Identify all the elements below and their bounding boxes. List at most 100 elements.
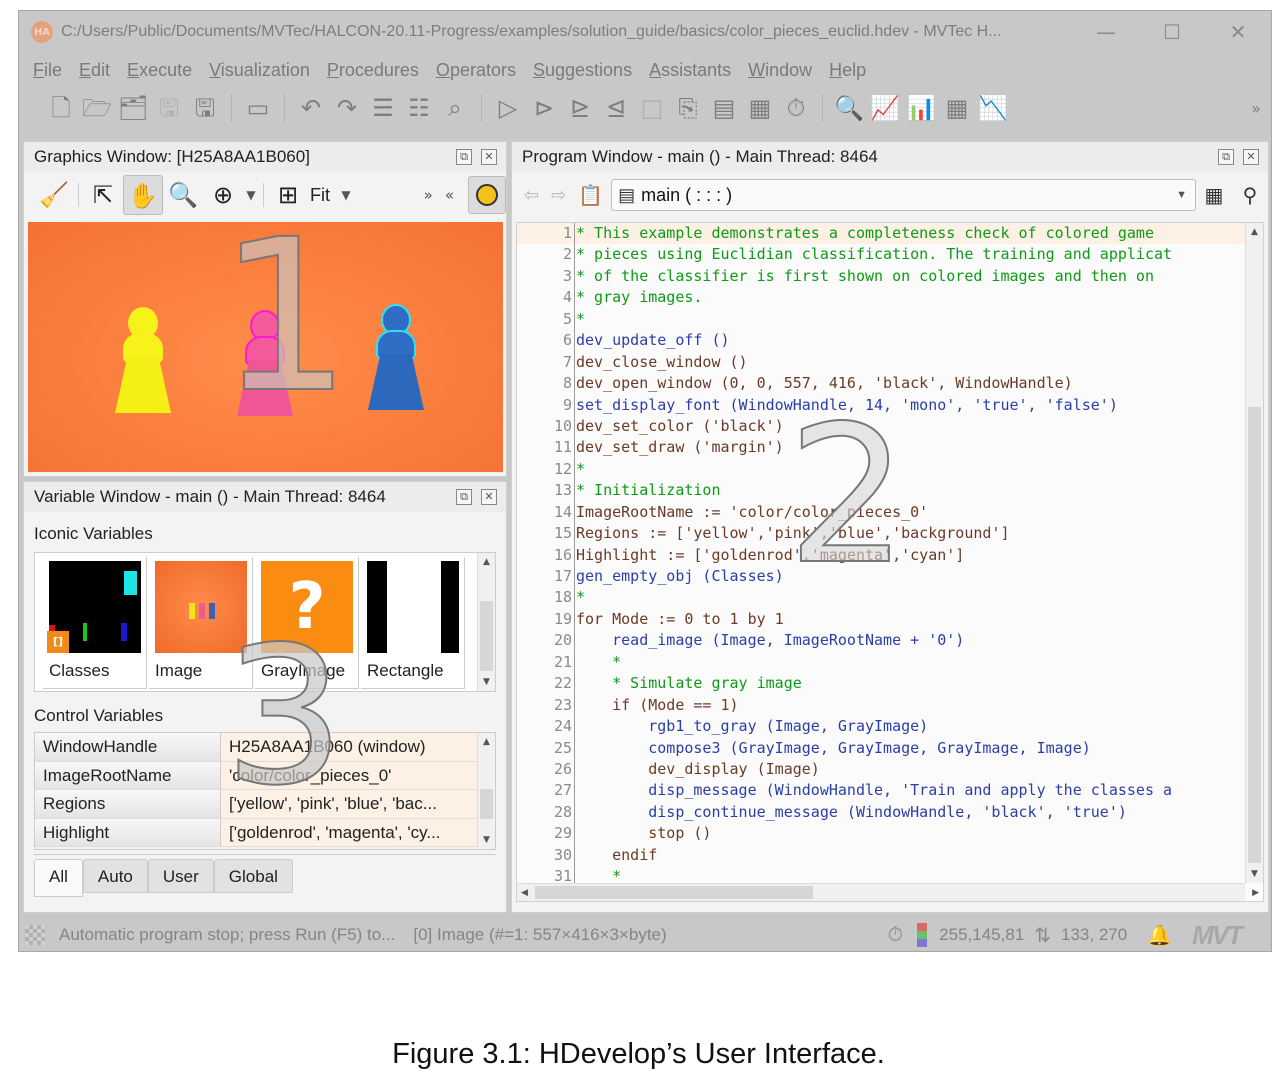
code-line[interactable]: 31 *: [517, 866, 1245, 883]
code-line[interactable]: 1 * This example demonstrates a completen…: [517, 223, 1245, 245]
pan-hand-icon[interactable]: ✋: [123, 175, 163, 215]
code-editor[interactable]: 1 * This example demonstrates a completen…: [516, 222, 1264, 902]
code-line[interactable]: 3 * of the classifier is first shown on c…: [517, 265, 1245, 288]
save-as-icon[interactable]: 🖫: [187, 88, 223, 128]
step-forward-icon[interactable]: ⊵: [562, 88, 598, 128]
pointer-icon[interactable]: ⇱: [83, 175, 123, 215]
code-line[interactable]: 19 for Mode := 0 to 1 by 1: [517, 608, 1245, 631]
stop-icon[interactable]: □: [634, 88, 670, 128]
line-number[interactable]: 19: [517, 608, 575, 631]
control-scrollbar[interactable]: ▲ ▼: [477, 733, 495, 849]
step-back-icon[interactable]: ⊴: [598, 88, 634, 128]
menu-window[interactable]: Window: [748, 60, 812, 81]
line-number[interactable]: 11: [517, 437, 575, 459]
line-number[interactable]: 28: [517, 801, 575, 824]
stopwatch-icon[interactable]: ⏱: [778, 88, 814, 128]
line-number[interactable]: 27: [517, 780, 575, 802]
assistant-icon[interactable]: ▦: [742, 88, 778, 128]
line-number[interactable]: 24: [517, 716, 575, 738]
reset-program-icon[interactable]: ⎘: [670, 88, 706, 128]
save-icon[interactable]: 🖫: [151, 88, 187, 128]
line-number[interactable]: 2: [517, 244, 575, 266]
line-number[interactable]: 18: [517, 587, 575, 609]
fit-window-icon[interactable]: ⊞: [268, 175, 308, 215]
close-button[interactable]: ✕: [1205, 20, 1271, 44]
scroll-down-icon[interactable]: ▼: [478, 831, 495, 849]
feature-inspection-icon[interactable]: ▦: [939, 88, 975, 128]
line-number[interactable]: 4: [517, 287, 575, 309]
step-over-icon[interactable]: ⊳: [526, 88, 562, 128]
scroll-down-icon[interactable]: ▼: [478, 673, 495, 691]
line-number[interactable]: 1: [517, 223, 575, 245]
code-line[interactable]: 7 dev_close_window (): [517, 351, 1245, 374]
run-icon[interactable]: ▷: [490, 88, 526, 128]
undock-icon[interactable]: ⧉: [456, 149, 472, 165]
open-file-icon[interactable]: 🗁: [79, 88, 115, 128]
code-line[interactable]: 20 read_image (Image, ImageRootName + '0…: [517, 630, 1245, 652]
code-line[interactable]: 2 * pieces using Euclidian classification…: [517, 244, 1245, 266]
iconic-variable-classes[interactable]: [] Classes: [43, 557, 147, 689]
line-number[interactable]: 31: [517, 866, 575, 883]
back-arrow-icon[interactable]: ⇦: [524, 185, 539, 206]
zoom-window-icon[interactable]: 🔍: [831, 88, 867, 128]
undock-icon[interactable]: ⧉: [1218, 149, 1234, 165]
remove-breakpoints-icon[interactable]: ⚲: [1232, 183, 1268, 207]
line-number[interactable]: 8: [517, 373, 575, 395]
expand-toolbar-icon[interactable]: »: [424, 186, 433, 204]
menu-help[interactable]: Help: [829, 60, 866, 81]
menu-execute[interactable]: Execute: [127, 60, 192, 81]
image-canvas[interactable]: 1: [28, 222, 503, 472]
code-line[interactable]: 21 *: [517, 651, 1245, 674]
edit-interface-icon[interactable]: ▦: [1196, 183, 1232, 207]
line-profile-icon[interactable]: 📉: [975, 88, 1011, 128]
bell-icon[interactable]: 🔔: [1147, 923, 1172, 948]
procedure-selector[interactable]: ▤ main ( : : : ) ▼: [611, 179, 1196, 211]
line-number[interactable]: 21: [517, 651, 575, 674]
binoculars-icon[interactable]: ⌕: [437, 88, 473, 128]
line-number[interactable]: 13: [517, 480, 575, 502]
maximize-button[interactable]: ☐: [1139, 20, 1205, 44]
undo-icon[interactable]: ↶: [293, 88, 329, 128]
clear-window-broom-icon[interactable]: 🧹: [34, 175, 74, 215]
line-number[interactable]: 5: [517, 308, 575, 331]
line-number[interactable]: 29: [517, 823, 575, 845]
line-number[interactable]: 10: [517, 415, 575, 438]
line-number[interactable]: 7: [517, 351, 575, 374]
fit-dropdown-icon[interactable]: ▼: [338, 188, 354, 202]
line-number[interactable]: 25: [517, 737, 575, 759]
menu-operators[interactable]: Operators: [436, 60, 516, 81]
chevron-down-icon[interactable]: ▼: [1176, 189, 1187, 201]
new-file-icon[interactable]: 🗋: [43, 88, 79, 128]
line-number[interactable]: 30: [517, 844, 575, 867]
scrollbar-thumb[interactable]: [535, 886, 813, 899]
scrollbar-thumb[interactable]: [1248, 407, 1261, 863]
minimize-button[interactable]: —: [1073, 20, 1139, 44]
code-line[interactable]: 24 rgb1_to_gray (Image, GrayImage): [517, 716, 1245, 738]
code-line[interactable]: 30 endif: [517, 844, 1245, 867]
line-number[interactable]: 15: [517, 523, 575, 545]
line-number[interactable]: 3: [517, 265, 575, 288]
magnifier-icon[interactable]: 🔍: [163, 175, 203, 215]
collapse-toolbar-icon[interactable]: «: [445, 186, 454, 204]
menu-assistants[interactable]: Assistants: [649, 60, 731, 81]
gray-histogram-icon[interactable]: 📈: [867, 88, 903, 128]
close-icon[interactable]: ✕: [481, 149, 497, 165]
menu-edit[interactable]: Edit: [79, 60, 110, 81]
code-line[interactable]: 22 * Simulate gray image: [517, 673, 1245, 695]
line-number[interactable]: 12: [517, 458, 575, 481]
line-number[interactable]: 16: [517, 544, 575, 566]
line-number[interactable]: 17: [517, 566, 575, 588]
line-number[interactable]: 14: [517, 501, 575, 524]
tab-user[interactable]: User: [147, 859, 214, 893]
code-line[interactable]: 27 disp_message (WindowHandle, 'Train an…: [517, 780, 1245, 802]
tab-auto[interactable]: Auto: [82, 859, 148, 893]
undock-icon[interactable]: ⧉: [456, 489, 472, 505]
code-line[interactable]: 25 compose3 (GrayImage, GrayImage, GrayI…: [517, 737, 1245, 759]
line-number[interactable]: 23: [517, 694, 575, 717]
activate-line-icon[interactable]: ☰: [365, 88, 401, 128]
menu-file[interactable]: File: [33, 60, 62, 81]
line-number[interactable]: 20: [517, 630, 575, 652]
code-line[interactable]: 4 * gray images.: [517, 287, 1245, 309]
line-number[interactable]: 6: [517, 330, 575, 352]
scroll-up-icon[interactable]: ▲: [478, 553, 495, 571]
